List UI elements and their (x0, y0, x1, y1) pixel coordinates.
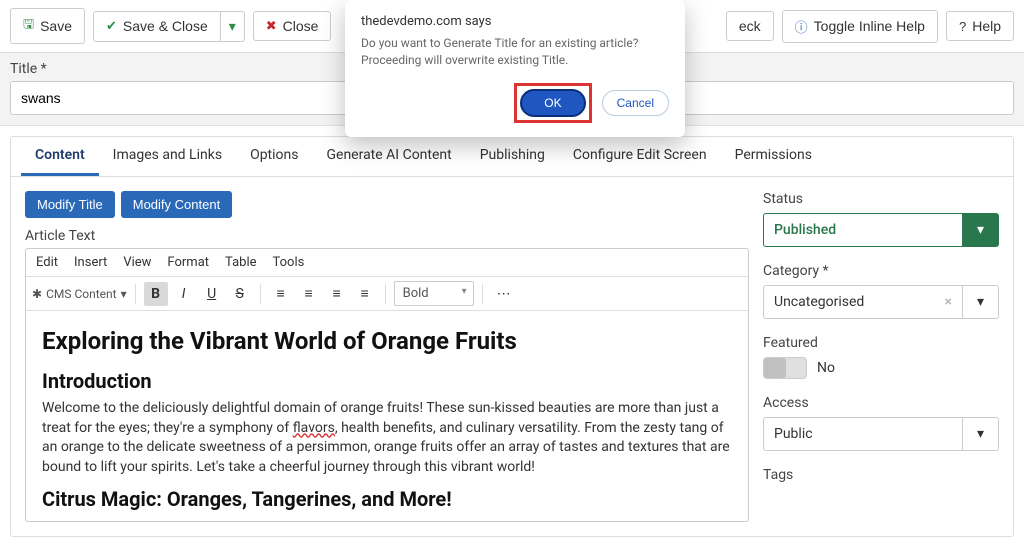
tab-publishing[interactable]: Publishing (466, 137, 559, 176)
check-icon: ✔ (106, 18, 117, 34)
toggle-help-label: Toggle Inline Help (814, 18, 925, 34)
modify-content-button[interactable]: Modify Content (121, 191, 232, 218)
category-select[interactable]: Uncategorised× (763, 285, 963, 319)
help-label: Help (972, 18, 1001, 34)
editor-menubar: Edit Insert View Format Table Tools (26, 249, 748, 277)
chevron-down-icon: ▾ (977, 222, 984, 238)
italic-button[interactable]: I (172, 282, 196, 306)
menu-format[interactable]: Format (167, 255, 209, 270)
align-center-button[interactable]: ≡ (297, 281, 321, 306)
menu-edit[interactable]: Edit (36, 255, 58, 270)
align-left-button[interactable]: ≡ (269, 281, 293, 306)
question-icon: ? (959, 19, 966, 34)
chevron-down-icon: ▾ (977, 294, 984, 310)
chevron-down-icon: ▾ (977, 426, 984, 442)
status-caret[interactable]: ▾ (963, 213, 999, 247)
save-close-group: ✔ Save & Close ▾ (93, 11, 245, 42)
tags-field: Tags (763, 467, 999, 483)
featured-field: Featured No (763, 335, 999, 379)
help-button[interactable]: ? Help (946, 11, 1014, 41)
access-caret[interactable]: ▾ (963, 417, 999, 451)
more-button[interactable]: ⋯ (491, 282, 517, 306)
featured-toggle[interactable] (763, 357, 807, 379)
save-label: Save (40, 18, 72, 34)
status-select[interactable]: Published (763, 213, 963, 247)
menu-view[interactable]: View (123, 255, 151, 270)
menu-insert[interactable]: Insert (74, 255, 107, 270)
dialog-message: Do you want to Generate Title for an exi… (361, 35, 669, 69)
category-label: Category * (763, 263, 999, 279)
editor-toolbar: ✱CMS Content ▾ B I U S ≡ ≡ ≡ ≡ Bold ⋯ (26, 277, 748, 311)
save-icon: 🖫 (23, 15, 34, 37)
bold-button[interactable]: B (144, 282, 168, 306)
tab-configure-edit[interactable]: Configure Edit Screen (559, 137, 721, 176)
content-left: Modify Title Modify Content Article Text… (11, 177, 763, 536)
modify-title-button[interactable]: Modify Title (25, 191, 115, 218)
tab-permissions[interactable]: Permissions (721, 137, 826, 176)
chevron-down-icon: ▾ (121, 287, 127, 301)
status-field: Status Published ▾ (763, 191, 999, 247)
status-label: Status (763, 191, 999, 207)
dialog-ok-highlight: OK (514, 83, 591, 123)
access-select[interactable]: Public (763, 417, 963, 451)
joomla-icon: ✱ (32, 287, 42, 301)
save-button[interactable]: 🖫 Save (10, 8, 85, 44)
tags-label: Tags (763, 467, 999, 483)
tab-options[interactable]: Options (236, 137, 312, 176)
featured-label: Featured (763, 335, 999, 351)
info-icon: ⓘ (795, 17, 808, 36)
underline-button[interactable]: U (200, 282, 224, 306)
save-close-label: Save & Close (123, 18, 208, 34)
editor: Edit Insert View Format Table Tools ✱CMS… (25, 248, 749, 522)
align-justify-button[interactable]: ≡ (353, 281, 377, 306)
close-label: Close (283, 18, 319, 34)
strike-button[interactable]: S (228, 282, 252, 306)
cms-content-dropdown[interactable]: ✱CMS Content ▾ (32, 287, 127, 301)
menu-tools[interactable]: Tools (273, 255, 305, 270)
access-field: Access Public ▾ (763, 395, 999, 451)
save-close-dropdown[interactable]: ▾ (221, 11, 245, 42)
article-h2-citrus: Citrus Magic: Oranges, Tangerines, and M… (42, 487, 732, 511)
main-card: Content Images and Links Options Generat… (10, 136, 1014, 537)
tab-images-links[interactable]: Images and Links (99, 137, 236, 176)
category-caret[interactable]: ▾ (963, 285, 999, 319)
category-field: Category * Uncategorised× ▾ (763, 263, 999, 319)
clear-category-icon[interactable]: × (945, 294, 952, 310)
access-label: Access (763, 395, 999, 411)
dialog-cancel-button[interactable]: Cancel (602, 90, 669, 116)
dialog-heading: thedevdemo.com says (361, 14, 669, 29)
chevron-down-icon: ▾ (229, 18, 236, 35)
editor-body[interactable]: Exploring the Vibrant World of Orange Fr… (26, 311, 748, 521)
close-icon: ✖ (266, 18, 277, 34)
accessibility-check-button[interactable]: eck (726, 11, 774, 41)
tab-content[interactable]: Content (21, 137, 99, 176)
toggle-inline-help-button[interactable]: ⓘ Toggle Inline Help (782, 10, 938, 43)
save-close-button[interactable]: ✔ Save & Close (93, 11, 221, 42)
article-h2-intro: Introduction (42, 369, 732, 393)
tab-bar: Content Images and Links Options Generat… (11, 137, 1013, 177)
menu-table[interactable]: Table (225, 255, 256, 270)
align-right-button[interactable]: ≡ (325, 281, 349, 306)
spellcheck-word: flavors (293, 420, 335, 436)
featured-value: No (817, 360, 835, 376)
article-text-label: Article Text (25, 228, 749, 244)
article-h1: Exploring the Vibrant World of Orange Fr… (42, 327, 732, 355)
dialog-ok-button[interactable]: OK (520, 89, 585, 117)
tab-generate-ai[interactable]: Generate AI Content (312, 137, 465, 176)
check-label: eck (739, 18, 761, 34)
close-button[interactable]: ✖ Close (253, 11, 332, 41)
font-weight-select[interactable]: Bold (394, 281, 474, 306)
article-p1: Welcome to the deliciously delightful do… (42, 399, 732, 477)
sidebar: Status Published ▾ Category * Uncategori… (763, 177, 1013, 536)
confirm-dialog: thedevdemo.com says Do you want to Gener… (345, 0, 685, 137)
